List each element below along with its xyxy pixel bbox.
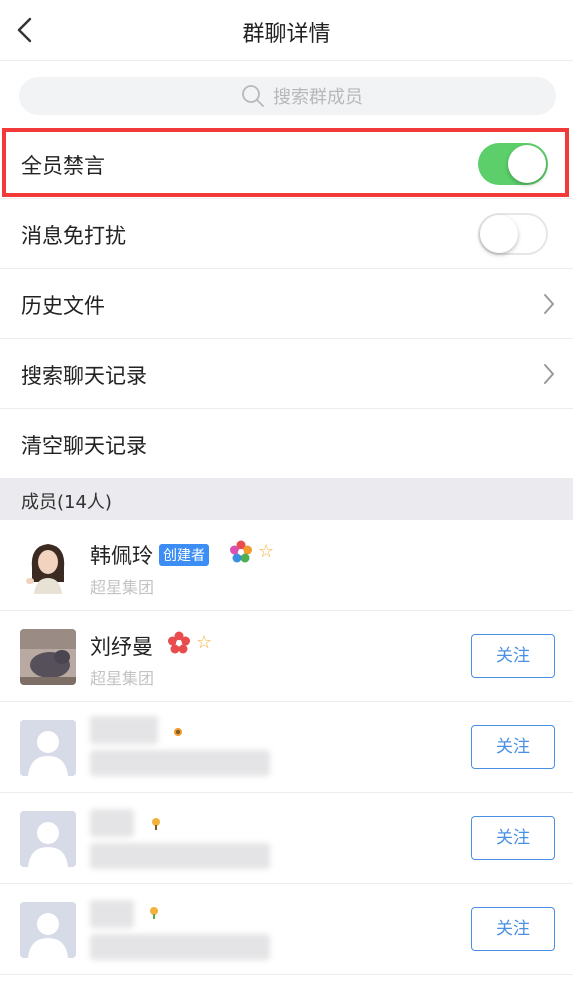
page-title: 群聊详情 xyxy=(242,22,331,47)
small-medal-icon xyxy=(174,728,182,736)
member-row[interactable]: 关注 xyxy=(0,793,573,884)
star-icon: ☆ xyxy=(258,541,275,562)
avatar xyxy=(20,538,76,594)
creator-badge: 创建者 xyxy=(159,544,209,566)
avatar-image xyxy=(20,629,76,685)
blurred-org xyxy=(90,750,270,776)
chevron-right-icon xyxy=(544,364,554,384)
members-section-header: 成员(14人) xyxy=(0,478,573,520)
default-avatar-icon xyxy=(20,902,76,958)
header-bar: 群聊详情 xyxy=(0,0,573,61)
chevron-right-icon xyxy=(544,294,554,314)
star-icon: ☆ xyxy=(196,632,213,653)
member-name: 韩佩玲 xyxy=(90,544,153,568)
do-not-disturb-toggle[interactable] xyxy=(478,213,548,255)
blurred-name xyxy=(90,809,134,837)
clear-history-label: 清空聊天记录 xyxy=(21,434,147,458)
follow-button[interactable]: 关注 xyxy=(471,907,555,951)
member-row[interactable]: 关注 xyxy=(0,702,573,793)
member-name-line: 刘纾曼 xyxy=(90,631,153,661)
member-org: 超星集团 xyxy=(90,669,155,688)
mute-all-toggle[interactable] xyxy=(478,143,548,185)
blurred-org xyxy=(90,934,270,960)
blurred-name xyxy=(90,900,134,928)
avatar xyxy=(20,902,76,958)
blurred-org xyxy=(90,843,270,869)
history-files-label: 历史文件 xyxy=(21,294,105,318)
small-medal-icon xyxy=(150,907,158,919)
member-row[interactable]: 关注 xyxy=(0,884,573,975)
member-row[interactable]: 刘纾曼 ☆ 超星集团 关注 xyxy=(0,611,573,702)
member-row[interactable]: 韩佩玲 创建者 ☆ 超星集团 xyxy=(0,520,573,611)
toggle-knob xyxy=(508,145,546,183)
mute-all-label: 全员禁言 xyxy=(21,154,105,178)
blurred-name xyxy=(90,716,158,744)
member-name-line: 韩佩玲 创建者 xyxy=(90,540,209,570)
search-history-row[interactable]: 搜索聊天记录 xyxy=(0,340,573,409)
toggle-knob xyxy=(480,215,518,253)
search-placeholder: 搜索群成员 xyxy=(273,87,363,108)
default-avatar-icon xyxy=(20,811,76,867)
member-org: 超星集团 xyxy=(90,578,155,597)
avatar xyxy=(20,720,76,776)
avatar-image xyxy=(20,538,76,594)
search-history-label: 搜索聊天记录 xyxy=(21,364,147,388)
follow-button[interactable]: 关注 xyxy=(471,816,555,860)
do-not-disturb-label: 消息免打扰 xyxy=(21,224,126,248)
follow-button[interactable]: 关注 xyxy=(471,725,555,769)
clear-history-row[interactable]: 清空聊天记录 xyxy=(0,410,573,479)
search-icon xyxy=(242,85,264,107)
follow-button[interactable]: 关注 xyxy=(471,634,555,678)
avatar xyxy=(20,629,76,685)
history-files-row[interactable]: 历史文件 xyxy=(0,270,573,339)
members-count-label: 成员(14人) xyxy=(21,492,112,513)
member-search-input[interactable]: 搜索群成员 xyxy=(19,77,556,115)
small-medal-icon xyxy=(152,818,160,830)
do-not-disturb-row: 消息免打扰 xyxy=(0,200,573,269)
flower-medal-icon xyxy=(230,540,252,563)
member-name: 刘纾曼 xyxy=(90,635,153,659)
flower-medal-icon xyxy=(168,631,190,654)
avatar xyxy=(20,811,76,867)
default-avatar-icon xyxy=(20,720,76,776)
mute-all-row: 全员禁言 xyxy=(0,130,573,199)
